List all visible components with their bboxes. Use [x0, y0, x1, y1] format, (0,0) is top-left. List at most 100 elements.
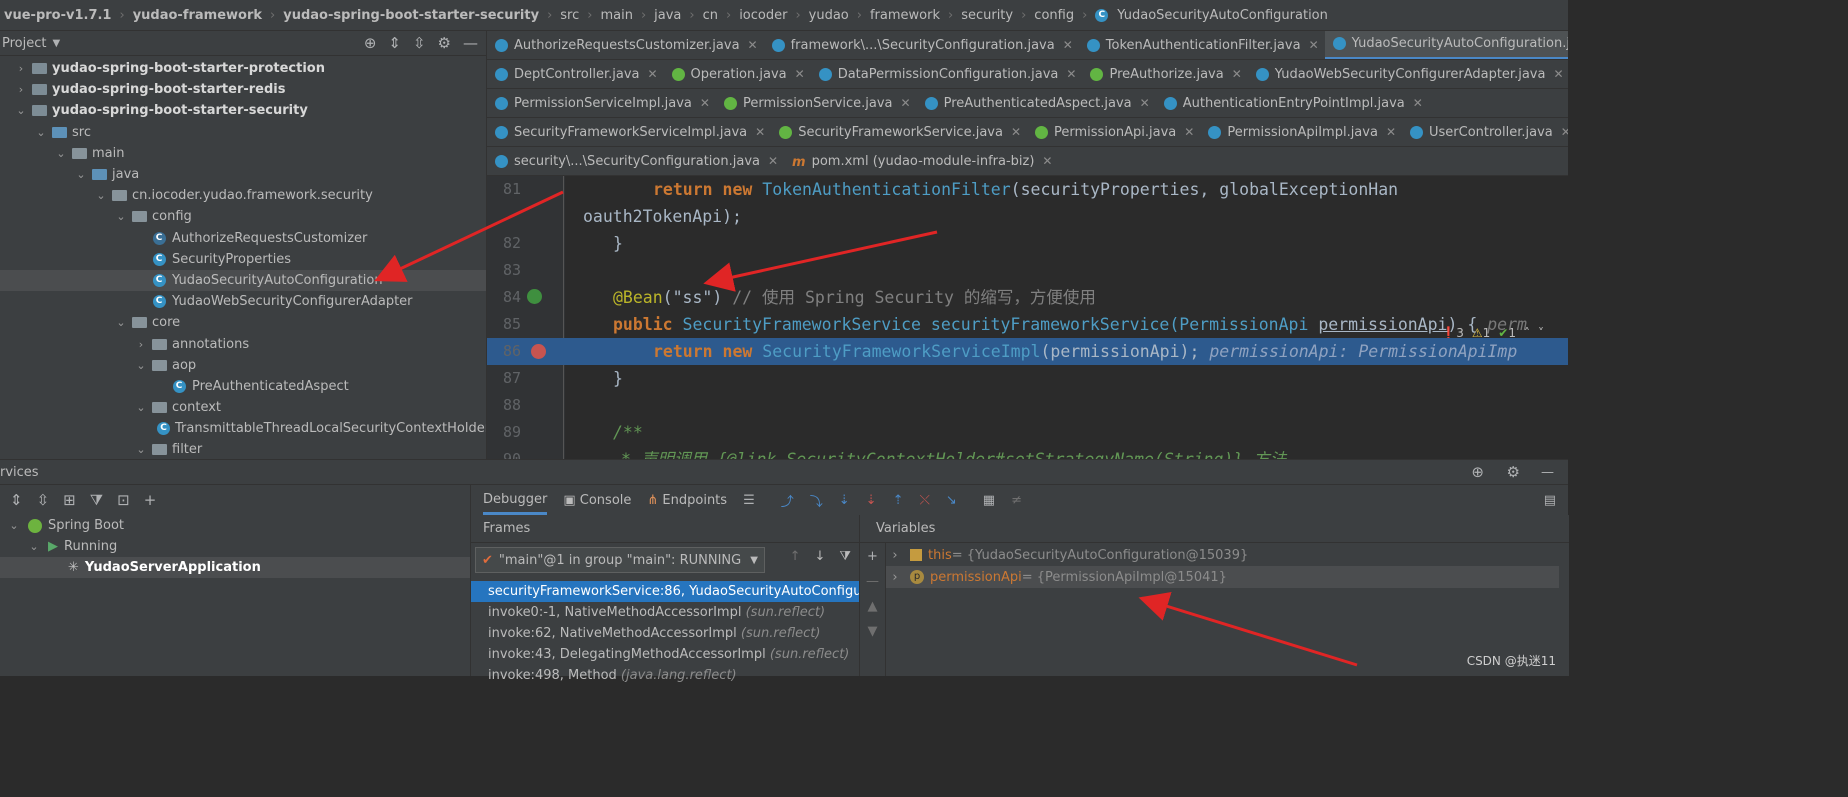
tree-item[interactable]: ⌄ main — [0, 143, 486, 164]
tree-item[interactable]: C YudaoSecurityAutoConfiguration — [0, 269, 486, 292]
expand-all-icon[interactable]: ⇕ — [10, 491, 23, 509]
chevron-right-icon[interactable]: › — [886, 548, 904, 563]
editor-tab[interactable]: PermissionServiceImpl.java ✕ — [487, 89, 716, 117]
tree-item[interactable]: › yudao-spring-boot-starter-protection — [0, 58, 486, 79]
breadcrumb-item[interactable]: main — [596, 8, 636, 23]
code-line-81[interactable]: 81 return new TokenAuthenticationFilter(… — [487, 176, 1568, 203]
code-area[interactable]: 81 return new TokenAuthenticationFilter(… — [487, 176, 1568, 459]
code-line-86[interactable]: 86 return new SecurityFrameworkServiceIm… — [487, 338, 1568, 365]
breadcrumb-item[interactable]: yudao-framework — [129, 8, 266, 23]
breadcrumb-item[interactable]: yudao — [805, 8, 853, 23]
code-line-81-wrap[interactable]: oauth2TokenApi); — [487, 203, 1568, 230]
editor-tab[interactable]: DataPermissionConfiguration.java ✕ — [811, 60, 1083, 88]
breadcrumb-item[interactable]: yudao-spring-boot-starter-security — [279, 8, 543, 23]
tab-endpoints[interactable]: ⋔ Endpoints — [647, 493, 727, 508]
chevron-down-icon[interactable]: ⌄ — [114, 316, 128, 329]
minimize-icon[interactable]: — — [463, 34, 478, 52]
chevron-down-icon[interactable]: ⌄ — [20, 540, 48, 553]
editor-tab[interactable]: PermissionService.java ✕ — [716, 89, 917, 117]
editor-tab[interactable]: PreAuthenticatedAspect.java ✕ — [917, 89, 1156, 117]
close-icon[interactable]: ✕ — [700, 96, 710, 110]
close-icon[interactable]: ✕ — [1042, 154, 1052, 168]
add-icon[interactable]: + — [144, 491, 157, 509]
tab-console[interactable]: ▣ Console — [563, 493, 631, 508]
close-icon[interactable]: ✕ — [748, 38, 758, 52]
stack-frame[interactable]: securityFrameworkService:86, YudaoSecuri… — [471, 581, 859, 602]
evaluate-icon[interactable]: ▦ — [983, 493, 995, 508]
service-running[interactable]: ⌄ ▶ Running — [0, 536, 470, 557]
arrow-up-icon[interactable]: ↑ — [790, 549, 801, 564]
arrow-down-icon[interactable]: ↓ — [814, 549, 825, 564]
stack-frame[interactable]: invoke:62, NativeMethodAccessorImpl (sun… — [471, 623, 859, 644]
chevron-down-icon[interactable]: ⌄ — [94, 189, 108, 202]
close-icon[interactable]: ✕ — [1066, 67, 1076, 81]
stack-frame[interactable]: invoke:498, Method (java.lang.reflect) — [471, 665, 859, 686]
editor-tab[interactable]: PermissionApi.java ✕ — [1027, 118, 1200, 146]
tree-item[interactable]: C TransmittableThreadLocalSecurityContext… — [0, 418, 486, 439]
drop-frame-icon[interactable]: ⤬ — [919, 493, 929, 508]
stack-frame[interactable]: invoke:43, DelegatingMethodAccessorImpl … — [471, 644, 859, 665]
chevron-down-icon[interactable]: ⌄ — [14, 104, 28, 117]
layout-icon[interactable]: ▤ — [1544, 493, 1556, 508]
tree-item[interactable]: C YudaoWebSecurityConfigurerAdapter — [0, 291, 486, 312]
breadcrumb-item[interactable]: vue-pro-v1.7.1 — [0, 8, 115, 23]
editor-tab[interactable]: AuthenticationEntryPointImpl.java ✕ — [1156, 89, 1429, 117]
gear-icon[interactable]: ⚙ — [438, 34, 451, 52]
breadcrumb-item[interactable]: framework — [866, 8, 944, 23]
close-icon[interactable]: ✕ — [901, 96, 911, 110]
close-icon[interactable]: ✕ — [1011, 125, 1021, 139]
trace-icon[interactable]: ≠ — [1011, 493, 1022, 508]
add-watch-icon[interactable]: + — [867, 549, 878, 564]
breadcrumb-item[interactable]: iocoder — [735, 8, 791, 23]
tree-item[interactable]: ⌄ aop — [0, 355, 486, 376]
chevron-down-icon[interactable]: ⌄ — [74, 168, 88, 181]
step-over-icon[interactable]: ⤵ — [810, 491, 823, 510]
tree-item[interactable]: ⌄ yudao-spring-boot-starter-security — [0, 100, 486, 121]
collapse-all-icon[interactable]: ⇳ — [37, 491, 50, 509]
project-view-selector[interactable]: Project — [0, 36, 46, 51]
force-step-into-icon[interactable]: ⇣ — [866, 493, 877, 508]
gear-icon[interactable]: ⚙ — [1507, 463, 1520, 481]
editor-tab[interactable]: SecurityFrameworkServiceImpl.java ✕ — [487, 118, 771, 146]
editor-tab[interactable]: UserController.java ✕ — [1402, 118, 1568, 146]
arrow-up-icon[interactable]: ▲ — [868, 599, 878, 614]
editor-tab[interactable]: PermissionApiImpl.java ✕ — [1200, 118, 1402, 146]
tree-item[interactable]: ⌄ config — [0, 206, 486, 227]
code-line-88[interactable]: 88 — [487, 392, 1568, 419]
tab-debugger[interactable]: Debugger — [483, 485, 548, 515]
filter-icon[interactable]: ⧩ — [90, 491, 103, 509]
service-spring-boot[interactable]: ⌄ Spring Boot — [0, 515, 470, 536]
tree-item[interactable]: C PreAuthenticatedAspect — [0, 376, 486, 397]
bean-gutter-icon[interactable] — [527, 289, 542, 304]
locate-icon[interactable]: ⊕ — [364, 34, 377, 52]
chevron-right-icon[interactable]: › — [134, 338, 148, 351]
close-icon[interactable]: ✕ — [1561, 125, 1568, 139]
code-line-85[interactable]: 85 public SecurityFrameworkService secur… — [487, 311, 1568, 338]
close-icon[interactable]: ✕ — [1309, 38, 1319, 52]
tree-item[interactable]: ⌄ java — [0, 164, 486, 185]
close-icon[interactable]: ✕ — [647, 67, 657, 81]
stack-frame[interactable]: invoke0:-1, NativeMethodAccessorImpl (su… — [471, 602, 859, 623]
tree-item[interactable]: › annotations — [0, 333, 486, 354]
collapse-all-icon[interactable]: ⇳ — [413, 34, 426, 52]
step-into-icon[interactable]: ⇣ — [839, 493, 850, 508]
tree-item[interactable]: ⌄ context — [0, 397, 486, 418]
tree-item[interactable]: C SecurityProperties — [0, 249, 486, 270]
close-icon[interactable]: ✕ — [755, 125, 765, 139]
close-icon[interactable]: ✕ — [1413, 96, 1423, 110]
code-line-83[interactable]: 83 — [487, 257, 1568, 284]
chevron-down-icon[interactable]: ⌄ — [34, 126, 48, 139]
editor-tab[interactable]: framework\...\SecurityConfiguration.java… — [764, 31, 1079, 59]
close-icon[interactable]: ✕ — [768, 154, 778, 168]
group-icon[interactable]: ⊞ — [63, 491, 76, 509]
breadcrumb-item[interactable]: security — [957, 8, 1017, 23]
editor-tab[interactable]: security\...\SecurityConfiguration.java ✕ — [487, 147, 784, 175]
breadcrumb-item[interactable]: src — [556, 8, 583, 23]
expand-all-icon[interactable]: ⇕ — [388, 34, 401, 52]
tree-item[interactable]: › yudao-spring-boot-starter-redis — [0, 79, 486, 100]
close-icon[interactable]: ✕ — [1232, 67, 1242, 81]
chevron-down-icon[interactable]: ⌄ — [134, 359, 148, 372]
globe-icon[interactable]: ⊕ — [1471, 463, 1484, 481]
breadcrumb-item[interactable]: java — [650, 8, 685, 23]
editor-tab[interactable]: YudaoWebSecurityConfigurerAdapter.java ✕ — [1248, 60, 1568, 88]
